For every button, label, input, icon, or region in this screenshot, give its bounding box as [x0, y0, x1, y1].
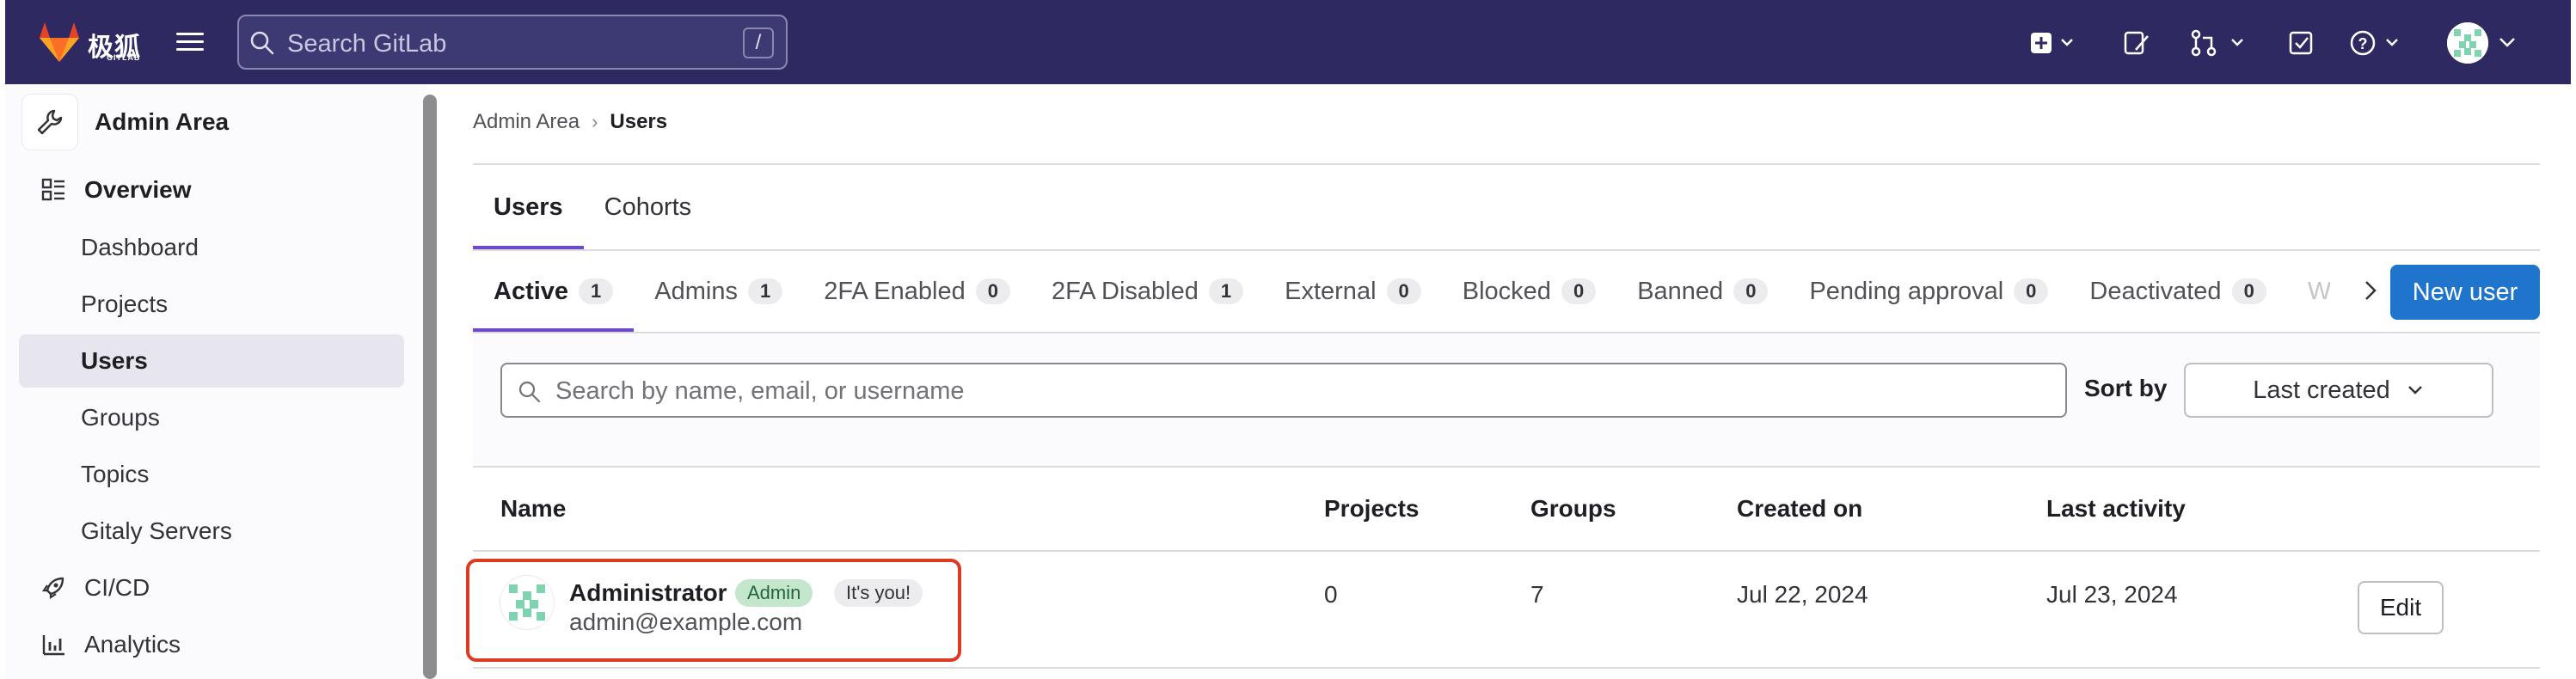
chevron-right-icon: ›	[592, 111, 598, 132]
sidebar-item-label: Overview	[84, 176, 192, 203]
breadcrumb-current[interactable]: Users	[610, 110, 667, 134]
sidebar-item-label: CI/CD	[84, 574, 150, 601]
sort-label: Sort by	[2084, 375, 2168, 401]
merge-requests-dropdown[interactable]	[2189, 24, 2251, 60]
breadcrumb-root-link[interactable]: Admin Area	[473, 110, 580, 134]
tab-2fa-disabled[interactable]: 2FA Disabled 1	[1031, 251, 1264, 332]
gitlab-logo-icon[interactable]	[36, 19, 83, 65]
sidebar-item-label: Analytics	[84, 631, 181, 658]
cell-projects: 0	[1324, 581, 1338, 608]
help-icon: ?	[2350, 30, 2398, 56]
sidebar-item-label: Groups	[81, 404, 160, 431]
sidebar-item-topics[interactable]: Topics	[19, 448, 404, 501]
count-badge: 0	[1561, 278, 1597, 304]
rocket-icon	[33, 575, 74, 601]
tab-active[interactable]: Active 1	[473, 251, 635, 332]
sidebar-item-dashboard[interactable]: Dashboard	[19, 221, 404, 274]
count-badge: 0	[975, 278, 1010, 304]
tab-2fa-enabled[interactable]: 2FA Enabled 0	[803, 251, 1031, 332]
sort-selected-value: Last created	[2253, 376, 2390, 404]
sidebar-item-label: Gitaly Servers	[81, 517, 232, 544]
column-header-name[interactable]: Name	[500, 495, 566, 523]
column-header-created[interactable]: Created on	[1737, 495, 1862, 523]
search-shortcut-key: /	[743, 28, 774, 58]
cell-groups: 7	[1530, 581, 1544, 608]
top-navigation-bar: 极狐 GITLAB Search GitLab / ?	[5, 0, 2571, 84]
sidebar-item-label: Users	[81, 347, 148, 374]
tab-truncated[interactable]: W	[2287, 251, 2330, 332]
count-badge: 1	[1208, 278, 1244, 304]
cell-created-on: Jul 22, 2024	[1737, 581, 1868, 608]
chevron-down-icon[interactable]	[2497, 34, 2518, 52]
highlight-box	[466, 559, 961, 662]
identicon-avatar-icon	[2447, 22, 2488, 64]
chart-icon	[33, 632, 74, 658]
global-search-placeholder: Search GitLab	[287, 30, 447, 58]
sidebar-item-cicd[interactable]: CI/CD	[19, 561, 404, 615]
tab-users[interactable]: Users	[473, 165, 584, 249]
sidebar-item-overview[interactable]: Overview	[19, 163, 404, 217]
edit-user-button[interactable]: Edit	[2358, 581, 2444, 634]
sidebar-title: Admin Area	[95, 108, 230, 135]
todo-checkbox-icon	[2289, 31, 2313, 55]
divider	[473, 466, 2540, 468]
tab-admins[interactable]: Admins 1	[634, 251, 803, 332]
chevron-right-icon[interactable]	[2358, 273, 2383, 308]
page-tabs: Users Cohorts	[473, 165, 712, 249]
sidebar-item-gitaly-servers[interactable]: Gitaly Servers	[19, 505, 404, 558]
issues-icon	[2124, 31, 2149, 55]
count-badge: 1	[748, 278, 783, 304]
column-header-projects[interactable]: Projects	[1324, 495, 1420, 523]
count-badge: 0	[1386, 278, 1421, 304]
admin-wrench-icon	[22, 95, 77, 150]
tab-blocked[interactable]: Blocked 0	[1442, 251, 1616, 332]
chevron-down-icon	[2407, 386, 2422, 395]
divider	[473, 667, 2540, 669]
sidebar-item-analytics[interactable]: Analytics	[19, 618, 404, 671]
sidebar-item-groups[interactable]: Groups	[19, 391, 404, 444]
tab-pending-approval[interactable]: Pending approval 0	[1788, 251, 2069, 332]
column-header-last-activity[interactable]: Last activity	[2046, 495, 2186, 523]
tab-external[interactable]: External 0	[1264, 251, 1442, 332]
sidebar-item-label: Topics	[81, 461, 150, 487]
help-dropdown[interactable]: ?	[2349, 24, 2411, 60]
todo-button[interactable]	[2287, 24, 2318, 60]
divider	[473, 550, 2540, 552]
tab-banned[interactable]: Banned 0	[1616, 251, 1788, 332]
sidebar-item-label: Dashboard	[81, 234, 199, 260]
cell-last-activity: Jul 23, 2024	[2046, 581, 2178, 608]
sidebar-item-projects[interactable]: Projects	[19, 278, 404, 331]
merge-request-icon	[2191, 29, 2243, 57]
tab-cohorts[interactable]: Cohorts	[584, 165, 713, 249]
divider	[473, 332, 2540, 333]
issues-button[interactable]	[2122, 24, 2153, 60]
sidebar-item-users[interactable]: Users	[19, 334, 404, 388]
tab-deactivated[interactable]: Deactivated 0	[2069, 251, 2286, 332]
hamburger-menu-icon[interactable]	[174, 26, 206, 58]
sidebar-item-label: Projects	[81, 291, 169, 317]
global-search-input[interactable]: Search GitLab /	[237, 15, 788, 70]
breadcrumb: Admin Area › Users	[473, 110, 667, 134]
brand-subtitle: GITLAB	[107, 53, 141, 62]
svg-text:?: ?	[2358, 35, 2368, 52]
new-user-button[interactable]: New user	[2390, 265, 2540, 320]
count-badge: 0	[2231, 278, 2266, 304]
column-header-groups[interactable]: Groups	[1530, 495, 1616, 523]
count-badge: 0	[1733, 278, 1769, 304]
search-icon	[518, 381, 541, 403]
count-badge: 1	[579, 278, 614, 304]
user-search-placeholder: Search by name, email, or username	[555, 377, 965, 405]
count-badge: 0	[2014, 278, 2049, 304]
sort-dropdown[interactable]: Last created	[2184, 363, 2493, 418]
create-new-dropdown[interactable]	[2029, 24, 2081, 60]
plus-square-icon	[2031, 33, 2073, 53]
divider	[473, 163, 2540, 165]
search-icon	[250, 31, 274, 55]
user-filter-tabs: Active 1 Admins 1 2FA Enabled 0 2FA Disable…	[473, 251, 2330, 332]
overview-icon	[33, 177, 74, 203]
user-avatar[interactable]	[2447, 22, 2488, 64]
sidebar-scrollbar[interactable]	[423, 95, 437, 679]
user-search-input[interactable]: Search by name, email, or username	[500, 363, 2067, 418]
sidebar-header[interactable]: Admin Area	[22, 95, 229, 150]
